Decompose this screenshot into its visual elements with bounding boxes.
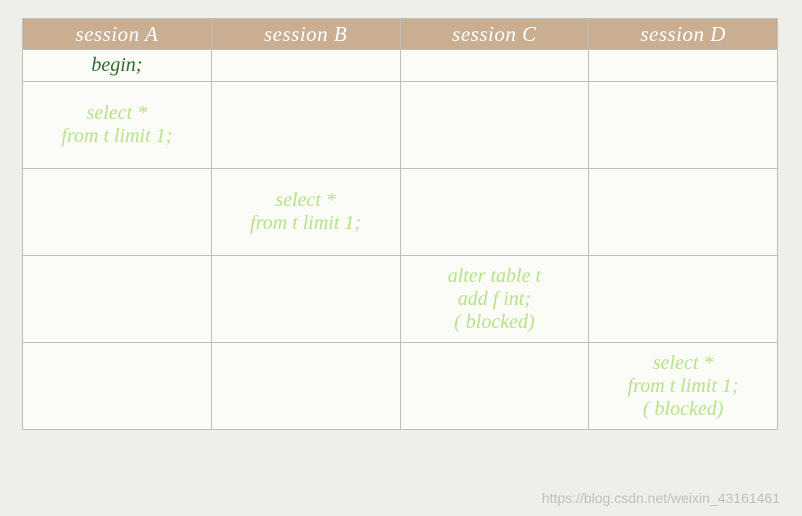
header-session-c: session C [400,19,589,50]
cell-empty [589,169,778,256]
cell-text: alter table t add f int; ( blocked) [401,256,589,342]
table-header-row: session A session B session C session D [23,19,778,50]
diagram-page: session A session B session C session D … [0,0,802,516]
header-session-b: session B [211,19,400,50]
cell-empty [211,82,400,169]
cell-begin: begin; [23,50,212,82]
cell-alter-c: alter table t add f int; ( blocked) [400,256,589,343]
cell-empty [211,343,400,430]
cell-empty [589,256,778,343]
table-row: select * from t limit 1; [23,169,778,256]
watermark-text: https://blog.csdn.net/weixin_43161461 [542,490,780,506]
cell-text: select * from t limit 1; ( blocked) [589,343,777,429]
cell-empty [400,169,589,256]
cell-empty [400,82,589,169]
header-session-d: session D [589,19,778,50]
session-lock-table: session A session B session C session D … [22,18,778,430]
cell-text: select * from t limit 1; [23,82,211,168]
cell-empty [23,256,212,343]
cell-empty [211,50,400,82]
cell-empty [211,256,400,343]
cell-empty [589,50,778,82]
cell-empty [23,169,212,256]
table-row: alter table t add f int; ( blocked) [23,256,778,343]
cell-select-b: select * from t limit 1; [211,169,400,256]
cell-empty [23,343,212,430]
cell-text: select * from t limit 1; [212,169,400,255]
table-row: begin; [23,50,778,82]
cell-select-d: select * from t limit 1; ( blocked) [589,343,778,430]
cell-select-a: select * from t limit 1; [23,82,212,169]
cell-text: begin; [23,50,211,81]
table-row: select * from t limit 1; ( blocked) [23,343,778,430]
cell-empty [589,82,778,169]
cell-empty [400,50,589,82]
cell-empty [400,343,589,430]
header-session-a: session A [23,19,212,50]
table-row: select * from t limit 1; [23,82,778,169]
